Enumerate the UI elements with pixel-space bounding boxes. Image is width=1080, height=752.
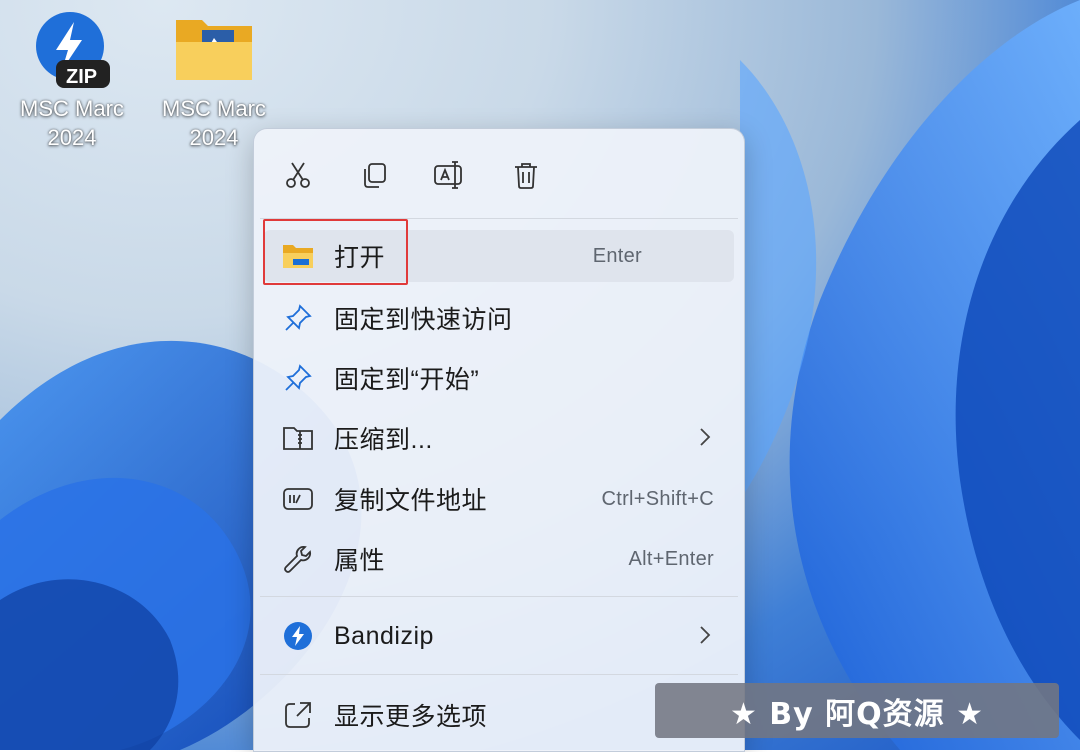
menu-item-label: 固定到快速访问 bbox=[334, 306, 513, 334]
bandizip-icon bbox=[280, 618, 316, 654]
delete-button[interactable] bbox=[506, 155, 546, 195]
menu-item-label: Bandizip bbox=[334, 621, 434, 650]
icon-label-line2: 2024 bbox=[47, 125, 97, 150]
menu-item-copy-path[interactable]: 复制文件地址 Ctrl+Shift+C bbox=[264, 473, 734, 525]
menu-item-label: 固定到“开始” bbox=[334, 366, 480, 394]
watermark-banner: ★ By 阿Q资源 ★ bbox=[655, 683, 1059, 738]
rename-button[interactable] bbox=[429, 155, 469, 195]
context-menu-toolbar bbox=[254, 129, 744, 217]
scissors-icon bbox=[286, 162, 310, 188]
pin-icon bbox=[280, 300, 316, 336]
menu-item-shortcut: Alt+Enter bbox=[628, 547, 714, 570]
watermark-text: ★ By 阿Q资源 ★ bbox=[729, 696, 985, 732]
desktop-icon-zip[interactable]: ZIP MSC Marc 2024 bbox=[7, 8, 137, 152]
rename-icon bbox=[434, 161, 462, 189]
highlight-annotation bbox=[263, 219, 408, 285]
menu-item-label: 复制文件地址 bbox=[334, 487, 488, 515]
folder-icon bbox=[172, 8, 256, 92]
icon-label-line1: MSC Marc bbox=[162, 96, 266, 121]
menu-item-properties[interactable]: 属性 Alt+Enter bbox=[264, 533, 734, 585]
copy-icon bbox=[364, 163, 386, 188]
chevron-right-icon bbox=[700, 428, 711, 446]
compress-icon bbox=[280, 420, 316, 456]
menu-item-bandizip[interactable]: Bandizip bbox=[264, 610, 734, 662]
trash-icon bbox=[515, 163, 537, 189]
bandizip-archive-icon: ZIP bbox=[30, 8, 114, 92]
menu-item-label: 属性 bbox=[334, 547, 386, 575]
zip-badge: ZIP bbox=[66, 66, 98, 88]
menu-item-pin-quick-access[interactable]: 固定到快速访问 bbox=[264, 292, 734, 344]
menu-item-shortcut: Enter bbox=[592, 244, 642, 267]
cut-button[interactable] bbox=[278, 155, 318, 195]
more-options-icon bbox=[280, 697, 316, 733]
menu-item-pin-start[interactable]: 固定到“开始” bbox=[264, 352, 734, 404]
wrench-icon bbox=[280, 541, 316, 577]
menu-item-compress-to[interactable]: 压缩到... bbox=[264, 412, 734, 464]
menu-item-shortcut: Ctrl+Shift+C bbox=[601, 487, 714, 510]
menu-divider bbox=[260, 596, 738, 597]
copy-button[interactable] bbox=[354, 155, 394, 195]
menu-item-label: 显示更多选项 bbox=[334, 703, 488, 731]
menu-divider bbox=[260, 674, 738, 675]
icon-label-line1: MSC Marc bbox=[20, 96, 124, 121]
chevron-right-icon bbox=[700, 626, 711, 644]
menu-item-label: 压缩到... bbox=[334, 426, 433, 454]
copy-path-icon bbox=[280, 481, 316, 517]
pin-icon bbox=[280, 360, 316, 396]
